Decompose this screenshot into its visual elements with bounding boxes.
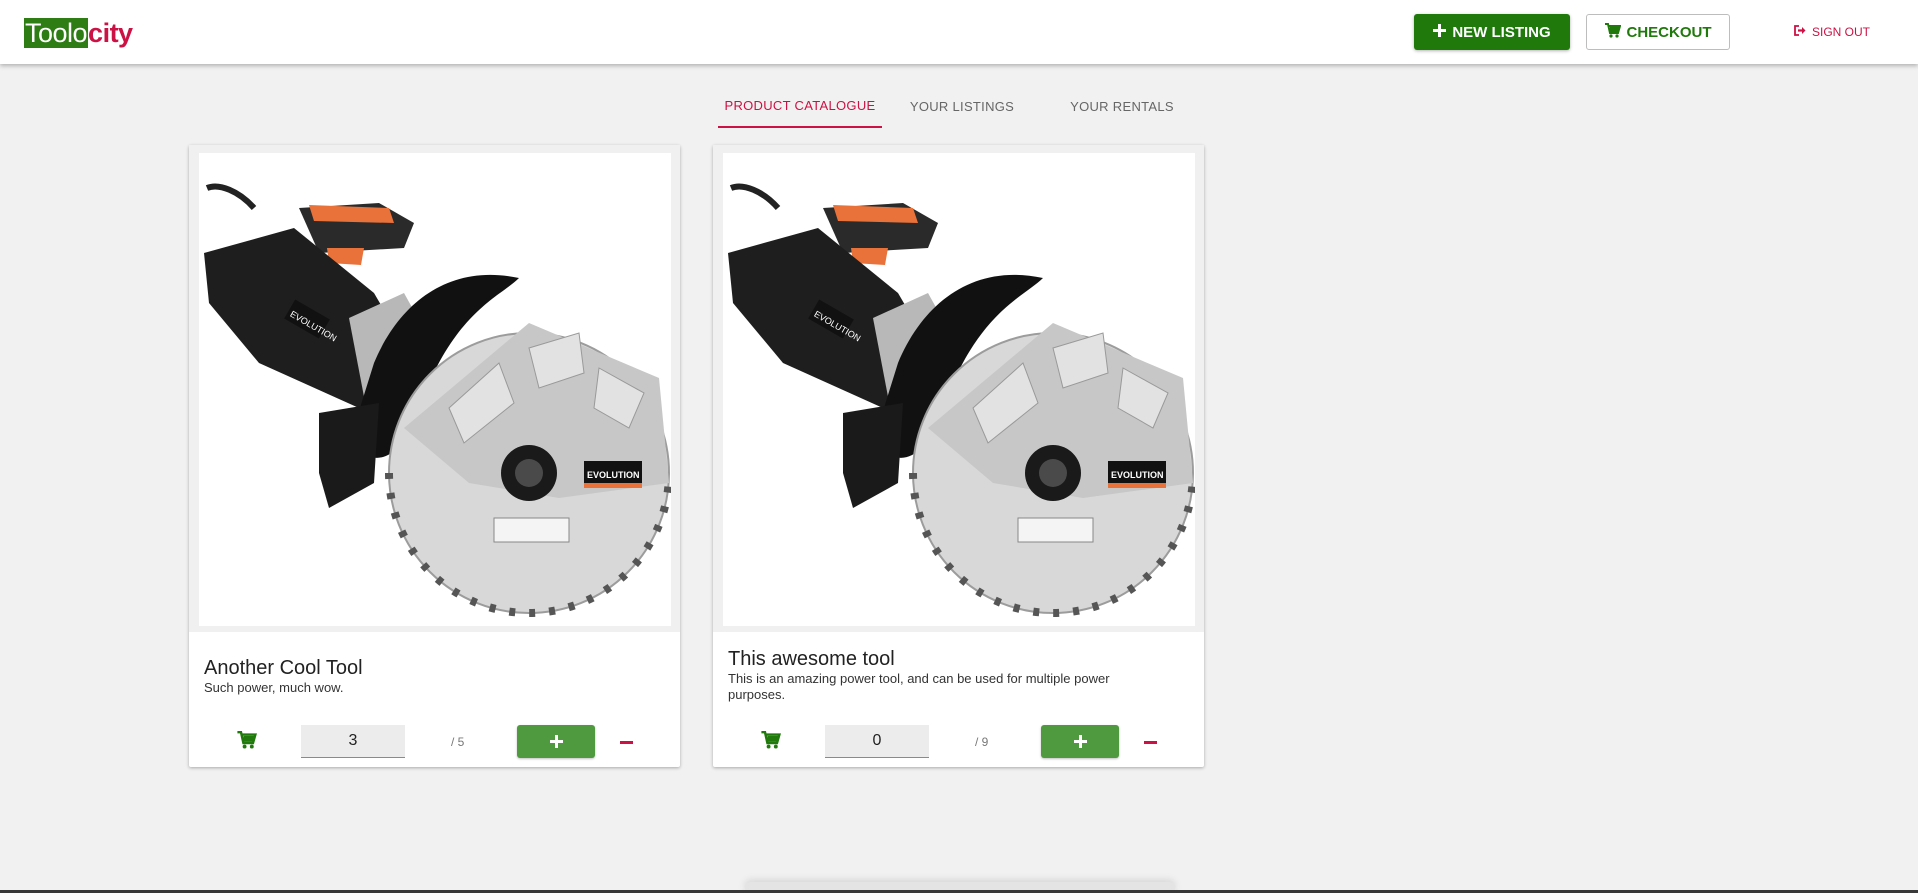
plus-icon bbox=[549, 735, 563, 748]
sign-out-icon bbox=[1794, 25, 1806, 39]
product-card: EVOLUTION EVOLUTION Another Cool Tool Su… bbox=[189, 145, 680, 767]
cart-icon bbox=[761, 731, 781, 749]
sign-out-label: SIGN OUT bbox=[1811, 25, 1870, 39]
product-card: EVOLUTION EVOLUTION This awesome tool Th… bbox=[713, 145, 1204, 767]
logo-part-1: Toolo bbox=[24, 18, 89, 48]
saw-brand-label: EVOLUTION bbox=[587, 470, 640, 480]
minus-icon bbox=[620, 741, 633, 744]
product-description: Such power, much wow. bbox=[204, 680, 344, 695]
sign-out-button[interactable]: SIGN OUT bbox=[1792, 14, 1872, 50]
add-to-cart-button[interactable] bbox=[761, 731, 783, 753]
tab-your-rentals[interactable]: YOUR RENTALS bbox=[1042, 84, 1202, 128]
minus-icon bbox=[1144, 741, 1157, 744]
product-title: Another Cool Tool bbox=[204, 657, 363, 679]
decrease-quantity-button[interactable] bbox=[1143, 733, 1159, 751]
checkout-label: CHECKOUT bbox=[1626, 23, 1712, 41]
app-bar: Toolocity NEW LISTING CHECKOUT SIGN OUT bbox=[0, 0, 1918, 64]
product-title: This awesome tool bbox=[728, 648, 895, 670]
circular-saw-image: EVOLUTION EVOLUTION bbox=[723, 153, 1195, 626]
decrease-quantity-button[interactable] bbox=[619, 733, 635, 751]
tab-bar: PRODUCT CATALOGUE YOUR LISTINGS YOUR REN… bbox=[0, 84, 1918, 128]
quantity-input[interactable] bbox=[825, 725, 929, 758]
product-image[interactable]: EVOLUTION EVOLUTION bbox=[713, 145, 1204, 632]
saw-brand-label: EVOLUTION bbox=[1111, 470, 1164, 480]
cart-icon bbox=[1604, 22, 1621, 42]
circular-saw-image: EVOLUTION EVOLUTION bbox=[199, 153, 671, 626]
product-image[interactable]: EVOLUTION EVOLUTION bbox=[189, 145, 680, 632]
tab-product-catalogue[interactable]: PRODUCT CATALOGUE bbox=[718, 84, 882, 128]
increase-quantity-button[interactable] bbox=[517, 725, 595, 758]
max-quantity: / 5 bbox=[451, 735, 465, 749]
app-logo[interactable]: Toolocity bbox=[24, 18, 133, 48]
increase-quantity-button[interactable] bbox=[1041, 725, 1119, 758]
tab-your-listings[interactable]: YOUR LISTINGS bbox=[882, 84, 1042, 128]
quantity-input[interactable] bbox=[301, 725, 405, 758]
max-quantity: / 9 bbox=[975, 735, 989, 749]
cart-icon bbox=[237, 731, 257, 749]
new-listing-button[interactable]: NEW LISTING bbox=[1414, 14, 1570, 50]
add-to-cart-button[interactable] bbox=[237, 731, 259, 753]
product-actions: / 5 bbox=[189, 725, 680, 759]
new-listing-label: NEW LISTING bbox=[1452, 23, 1551, 41]
logo-part-2: city bbox=[88, 18, 133, 48]
checkout-button[interactable]: CHECKOUT bbox=[1586, 14, 1730, 50]
plus-icon bbox=[1433, 23, 1447, 41]
plus-icon bbox=[1073, 735, 1087, 748]
product-actions: / 9 bbox=[713, 725, 1204, 759]
product-description: This is an amazing power tool, and can b… bbox=[728, 671, 1110, 702]
